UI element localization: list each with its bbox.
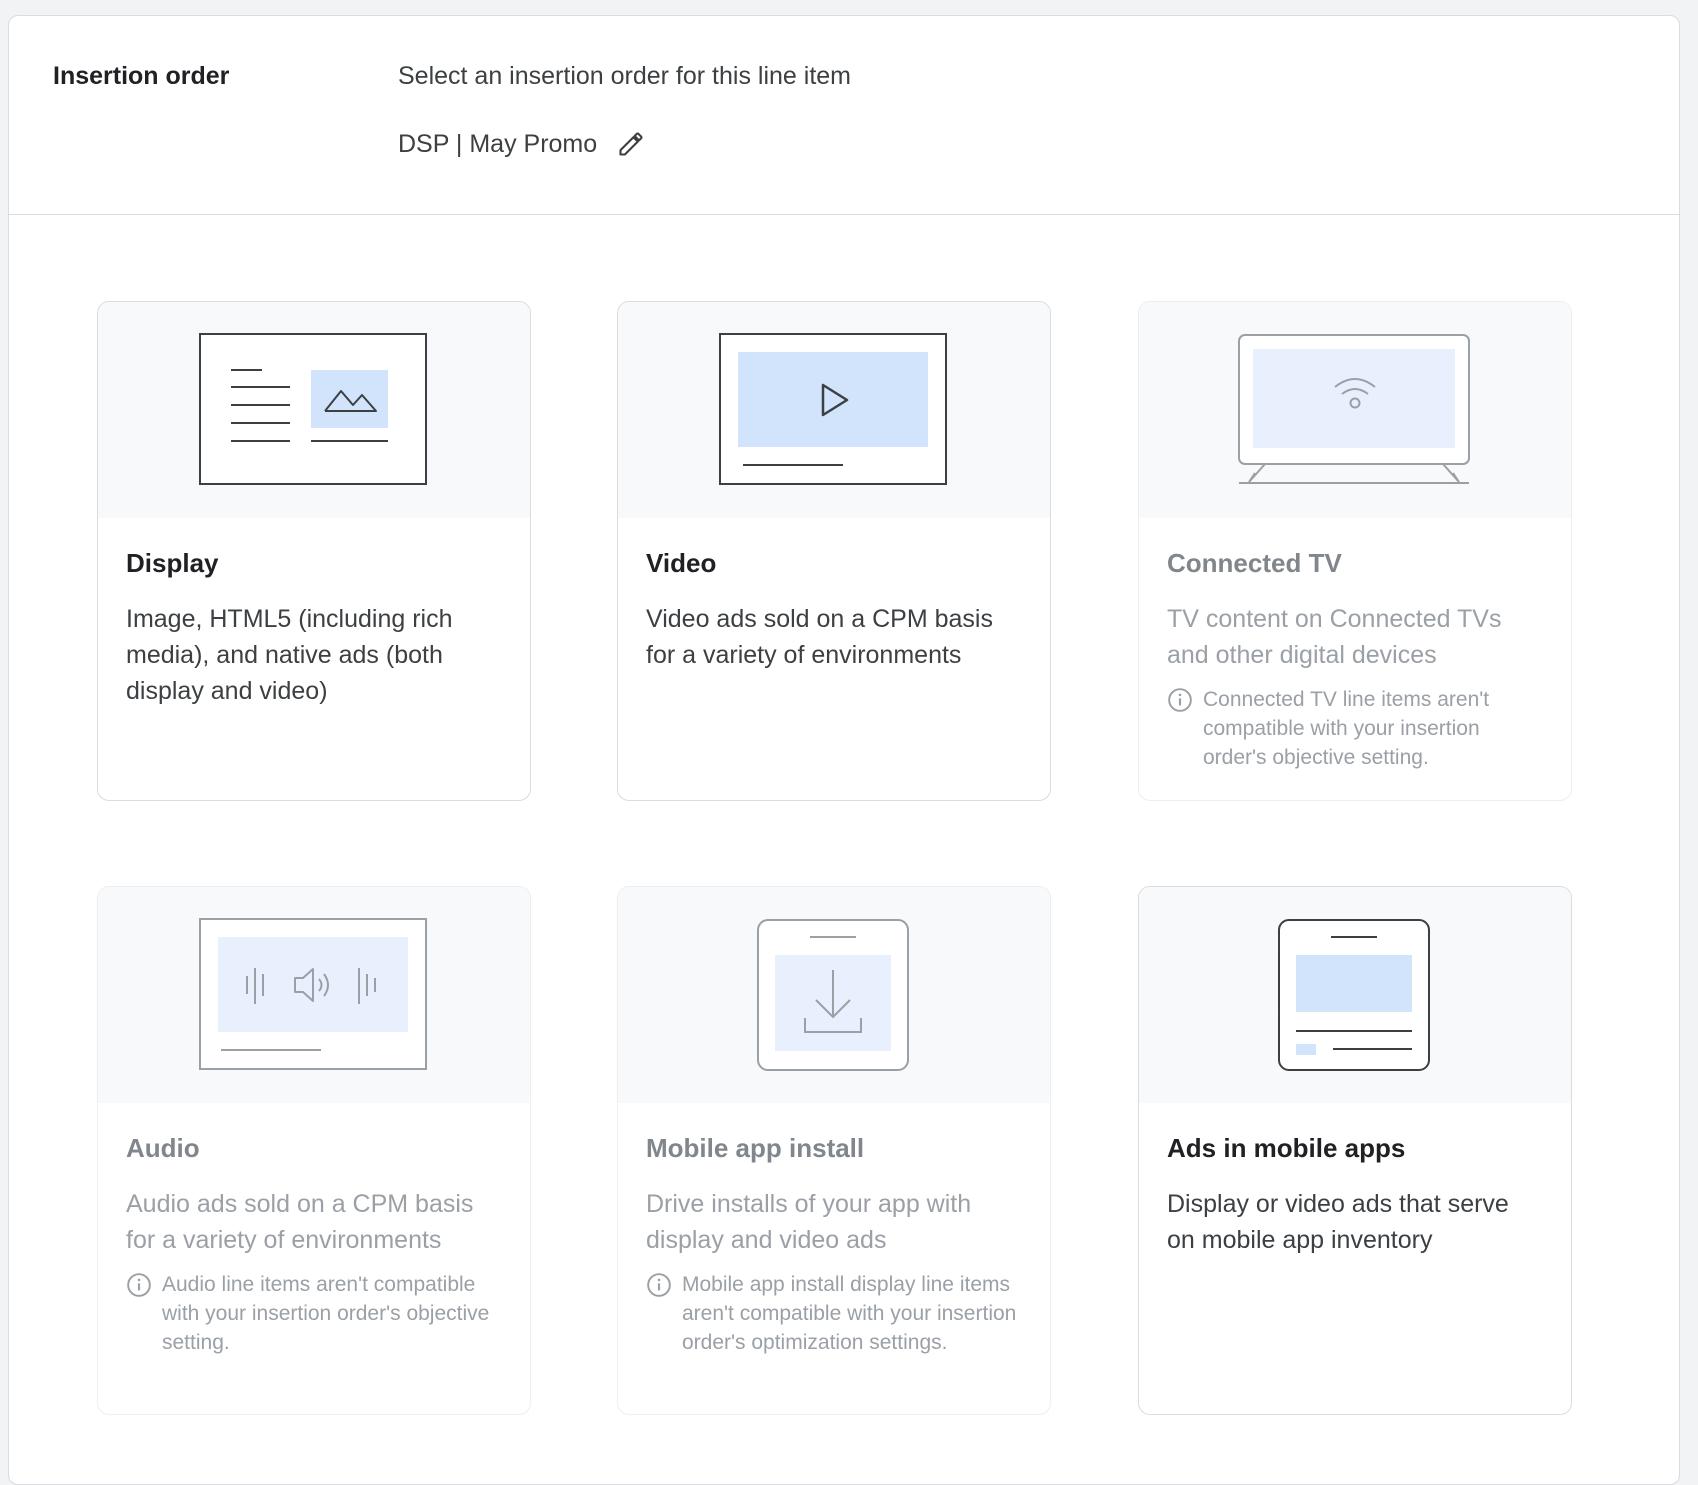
- card-description: Audio ads sold on a CPM basis for a vari…: [126, 1190, 474, 1254]
- card-illustration-area: [98, 887, 530, 1103]
- insertion-order-label: Insertion order: [53, 62, 230, 90]
- card-body: Display Image, HTML5 (including rich med…: [98, 518, 530, 729]
- card-illustration-area: [618, 302, 1050, 518]
- info-icon: [127, 1273, 151, 1297]
- card-description: TV content on Connected TVs and other di…: [1167, 605, 1502, 669]
- line-item-type-card-video[interactable]: Video Video ads sold on a CPM basis for …: [617, 301, 1051, 801]
- insertion-order-value-row: DSP | May Promo: [398, 124, 651, 164]
- card-title: Video: [646, 548, 717, 578]
- insertion-order-prompt: Select an insertion order for this line …: [398, 62, 851, 90]
- card-illustration-area: [1139, 887, 1571, 1103]
- display-ad-icon: [199, 332, 427, 485]
- mobile-app-install-icon: [757, 918, 909, 1071]
- note-text: Audio line items aren't compatible with …: [162, 1273, 490, 1354]
- line-item-type-card-ads-in-mobile-apps[interactable]: Ads in mobile apps Display or video ads …: [1138, 886, 1572, 1415]
- incompatibility-note: Audio line items aren't compatible with …: [126, 1270, 502, 1357]
- insertion-order-value: DSP | May Promo: [398, 129, 598, 158]
- card-illustration-area: [1139, 302, 1571, 518]
- card-body: Video Video ads sold on a CPM basis for …: [618, 518, 1050, 693]
- line-item-type-card-mobile-app-install[interactable]: Mobile app install Drive installs of you…: [617, 886, 1051, 1415]
- card-description: Display or video ads that serve on mobil…: [1167, 1190, 1509, 1254]
- line-item-type-card-connected-tv[interactable]: Connected TV TV content on Connected TVs…: [1138, 301, 1572, 801]
- card-body: Connected TV TV content on Connected TVs…: [1139, 518, 1571, 792]
- info-icon: [1168, 688, 1192, 712]
- line-item-type-card-audio[interactable]: Audio Audio ads sold on a CPM basis for …: [97, 886, 531, 1415]
- connected-tv-icon: [1238, 333, 1470, 484]
- card-body: Audio Audio ads sold on a CPM basis for …: [98, 1103, 530, 1377]
- audio-ad-icon: [199, 917, 427, 1070]
- pencil-icon: [619, 132, 643, 156]
- card-description: Video ads sold on a CPM basis for a vari…: [646, 605, 993, 669]
- card-body: Mobile app install Drive installs of you…: [618, 1103, 1050, 1377]
- card-title: Connected TV: [1167, 548, 1342, 578]
- video-ad-icon: [719, 332, 947, 485]
- note-text: Connected TV line items aren't compatibl…: [1203, 688, 1490, 769]
- card-title: Display: [126, 548, 219, 578]
- card-description: Drive installs of your app with display …: [646, 1190, 972, 1254]
- card-illustration-area: [98, 302, 530, 518]
- info-icon: [647, 1273, 671, 1297]
- card-illustration-area: [618, 887, 1050, 1103]
- note-text: Mobile app install display line items ar…: [682, 1273, 1017, 1354]
- line-item-type-panel: Insertion order Select an insertion orde…: [8, 15, 1680, 1485]
- insertion-order-section: Insertion order Select an insertion orde…: [9, 16, 1679, 215]
- incompatibility-note: Connected TV line items aren't compatibl…: [1167, 685, 1543, 772]
- card-title: Ads in mobile apps: [1167, 1133, 1406, 1163]
- card-title: Mobile app install: [646, 1133, 865, 1163]
- card-description: Image, HTML5 (including rich media), and…: [126, 605, 453, 705]
- card-body: Ads in mobile apps Display or video ads …: [1139, 1103, 1571, 1278]
- incompatibility-note: Mobile app install display line items ar…: [646, 1270, 1022, 1357]
- line-item-type-card-display[interactable]: Display Image, HTML5 (including rich med…: [97, 301, 531, 801]
- card-title: Audio: [126, 1133, 200, 1163]
- mobile-app-ads-icon: [1278, 918, 1430, 1071]
- edit-insertion-order-button[interactable]: [611, 124, 651, 164]
